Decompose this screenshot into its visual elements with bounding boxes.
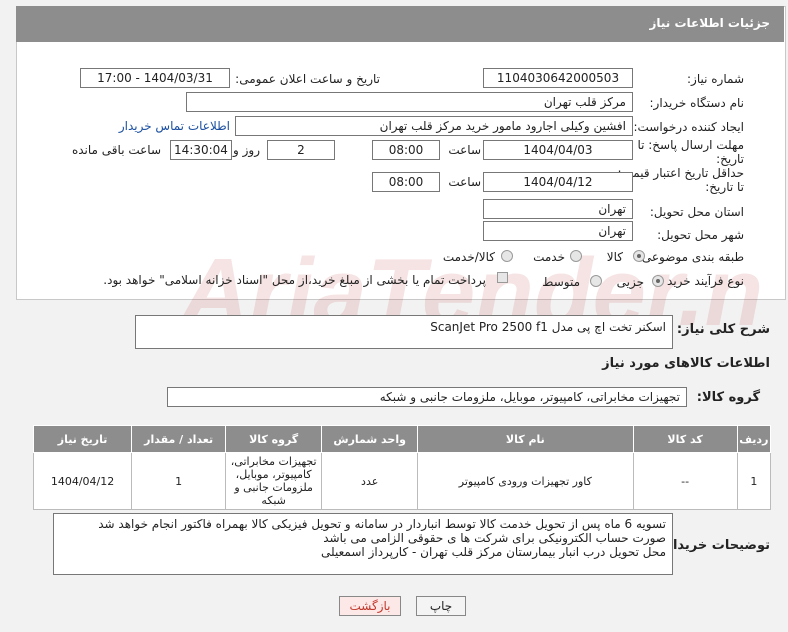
deadline-label: مهلت ارسال پاسخ: تا تاریخ: xyxy=(637,138,744,166)
process-radio-medium[interactable] xyxy=(590,275,602,287)
price-valid-date-field: 1404/04/12 xyxy=(483,172,633,192)
category-radio-both[interactable] xyxy=(501,250,513,262)
process-radio-minor[interactable] xyxy=(652,275,664,287)
col-unit: واحد شمارش xyxy=(321,425,419,453)
price-valid-label: حداقل تاریخ اعتبار قیمت: تا تاریخ: xyxy=(617,166,744,194)
description-field: اسکنر تخت اچ پی مدل ScanJet Pro 2500 f1 xyxy=(135,315,673,349)
days-field: 2 xyxy=(267,140,335,160)
remaining-label: ساعت باقی مانده xyxy=(71,143,161,157)
cell-qty: 1 xyxy=(131,452,227,510)
description-label: شرح کلی نیاز: xyxy=(676,322,770,337)
table-row: 1 -- کاور تجهیزات ورودی کامپیوتر عدد تجه… xyxy=(32,452,772,510)
buyer-org-field: مرکز قلب تهران xyxy=(186,92,633,112)
city-label: شهر محل تحویل: xyxy=(657,228,744,242)
buyer-note-line: صورت حساب الکترونیکی برای شرکت ها ی حقوق… xyxy=(323,531,666,545)
buyer-notes-label: توضیحات خریدار: xyxy=(660,538,770,553)
col-name: نام کالا xyxy=(417,425,634,453)
need-number-label: شماره نیاز: xyxy=(687,72,744,86)
col-group: گروه کالا xyxy=(225,425,323,453)
buyer-note-line: تسویه 6 ماه پس از تحویل خدمت کالا توسط ا… xyxy=(98,517,666,531)
col-qty: تعداد / مقدار xyxy=(131,425,227,453)
announce-date-field: 1404/03/31 - 17:00 xyxy=(80,68,230,88)
city-field: تهران xyxy=(483,221,633,241)
requester-label: ایجاد کننده درخواست: xyxy=(633,120,744,134)
page-title: جزئیات اطلاعات نیاز xyxy=(649,16,770,30)
payment-note: پرداخت تمام یا بخشی از مبلغ خرید،از محل … xyxy=(103,273,486,287)
need-number-field: 1104030642000503 xyxy=(483,68,633,88)
category-option-both: کالا/خدمت xyxy=(442,250,495,264)
province-label: استان محل تحویل: xyxy=(649,205,744,219)
treasury-checkbox[interactable] xyxy=(497,272,508,283)
cell-code: -- xyxy=(632,452,738,510)
price-valid-time-label: ساعت xyxy=(448,175,481,189)
cell-unit: عدد xyxy=(321,452,419,510)
category-radio-goods[interactable] xyxy=(633,250,645,262)
category-option-goods: کالا xyxy=(606,250,623,264)
announce-label: تاریخ و ساعت اعلان عمومی: xyxy=(235,72,380,86)
deadline-time-label: ساعت xyxy=(448,143,481,157)
province-field: تهران xyxy=(483,199,633,219)
process-label: نوع فرآیند خرید : xyxy=(659,274,744,288)
goods-group-label: گروه کالا: xyxy=(696,390,760,405)
price-valid-time-field: 08:00 xyxy=(372,172,440,192)
back-button[interactable]: بازگشت xyxy=(339,596,401,616)
deadline-date-field: 1404/04/03 xyxy=(483,140,633,160)
panel-header: جزئیات اطلاعات نیاز xyxy=(16,6,784,42)
cell-group: تجهیزات مخابراتی، کامپیوتر، موبایل، ملزو… xyxy=(225,452,323,510)
goods-info-title: اطلاعات کالاهای مورد نیاز xyxy=(602,356,770,371)
cell-name: کاور تجهیزات ورودی کامپیوتر xyxy=(417,452,634,510)
category-label: طبقه بندی موضوعی: xyxy=(637,250,744,264)
col-date: تاریخ نیاز xyxy=(32,425,133,453)
deadline-time-field: 08:00 xyxy=(372,140,440,160)
goods-group-field: تجهیزات مخابراتی، کامپیوتر، موبایل، ملزو… xyxy=(167,387,687,407)
cell-date: 1404/04/12 xyxy=(32,452,133,510)
category-option-service: خدمت xyxy=(533,250,565,264)
table-header-row: ردیف کد کالا نام کالا واحد شمارش گروه کا… xyxy=(32,425,772,453)
cell-row: 1 xyxy=(736,452,772,510)
days-label: روز و xyxy=(233,143,260,157)
category-radio-service[interactable] xyxy=(570,250,582,262)
process-option-minor: جزیی xyxy=(616,275,644,289)
goods-table: ردیف کد کالا نام کالا واحد شمارش گروه کا… xyxy=(32,425,772,510)
remaining-time-field: 14:30:04 xyxy=(170,140,232,160)
requester-field: افشین وکیلی اجارود مامور خرید مرکز قلب ت… xyxy=(235,116,633,136)
buyer-note-line: محل تحویل درب انبار بیمارستان مرکز قلب ت… xyxy=(321,545,666,559)
buyer-org-label: نام دستگاه خریدار: xyxy=(649,96,745,110)
print-button[interactable]: چاپ xyxy=(416,596,466,616)
col-row: ردیف xyxy=(736,425,772,453)
col-code: کد کالا xyxy=(632,425,738,453)
buyer-notes-field: تسویه 6 ماه پس از تحویل خدمت کالا توسط ا… xyxy=(53,513,673,575)
contact-info-link[interactable]: اطلاعات تماس خریدار xyxy=(119,119,230,133)
process-option-medium: متوسط xyxy=(542,275,580,289)
